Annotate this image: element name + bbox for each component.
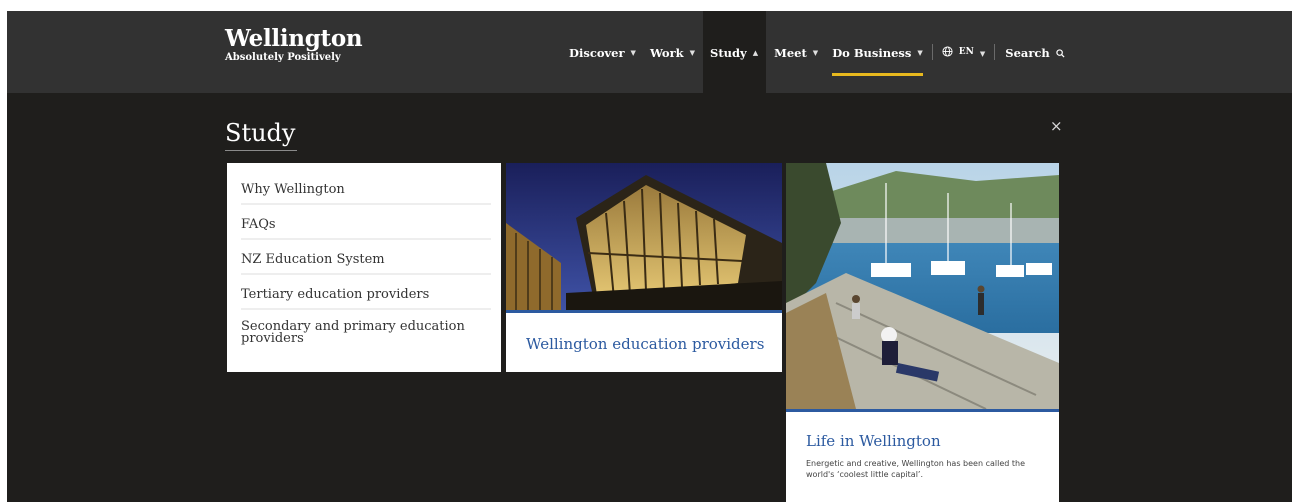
- link-nz-education-system[interactable]: NZ Education System: [241, 240, 491, 275]
- active-underline: [832, 73, 923, 76]
- card-title: Wellington education providers: [526, 335, 765, 353]
- card-accent-rule: [506, 310, 782, 313]
- waterfront-image: [786, 163, 1059, 409]
- globe-icon: [942, 46, 953, 93]
- nav-item-label: Work: [649, 46, 684, 60]
- nav-item-do-business[interactable]: Do Business ▼: [825, 11, 923, 93]
- search-label: Search: [1005, 46, 1050, 60]
- chevron-down-icon: ▼: [689, 49, 696, 57]
- language-selector[interactable]: EN ▼: [933, 11, 994, 93]
- nav-item-study[interactable]: Study ▲: [703, 11, 767, 93]
- logo-tagline: Absolutely Positively: [225, 52, 341, 63]
- close-icon: ×: [1050, 117, 1063, 135]
- logo-title: Wellington: [225, 25, 363, 52]
- site-logo[interactable]: Wellington Absolutely Positively: [225, 25, 363, 64]
- card-life-in-wellington[interactable]: Life in Wellington Energetic and creativ…: [786, 163, 1059, 502]
- chevron-up-icon: ▲: [752, 49, 759, 57]
- chevron-down-icon: ▼: [630, 49, 636, 57]
- chevron-down-icon: ▼: [917, 49, 923, 57]
- nav-item-label: Do Business: [832, 46, 912, 60]
- search-button[interactable]: Search: [995, 11, 1065, 93]
- card-accent-rule: [786, 409, 1059, 412]
- main-nav: Discover ▼ Work ▼ Study ▲ Meet ▼ Do Busi…: [560, 11, 1065, 93]
- chevron-down-icon: ▼: [979, 50, 986, 58]
- card-education-providers[interactable]: Wellington education providers: [506, 163, 782, 372]
- card-description: Energetic and creative, Wellington has b…: [806, 459, 1025, 479]
- chevron-down-icon: ▼: [812, 49, 819, 57]
- link-secondary-primary-providers[interactable]: Secondary and primary education provider…: [241, 310, 491, 351]
- nav-item-discover[interactable]: Discover ▼: [560, 11, 644, 93]
- search-icon: [1056, 47, 1065, 93]
- study-links-list: Why Wellington FAQs NZ Education System …: [227, 163, 501, 372]
- nav-item-work[interactable]: Work ▼: [644, 11, 703, 93]
- title-underline: [225, 150, 297, 151]
- link-why-wellington[interactable]: Why Wellington: [241, 170, 491, 205]
- nav-item-label: Meet: [774, 46, 807, 60]
- close-button[interactable]: ×: [1050, 117, 1063, 135]
- language-label: EN: [958, 47, 974, 57]
- link-faqs[interactable]: FAQs: [241, 205, 491, 240]
- nav-item-label: Study: [710, 46, 747, 60]
- card-title: Life in Wellington: [806, 432, 941, 450]
- nav-item-label: Discover: [569, 46, 625, 60]
- panel-title: Study: [225, 119, 296, 147]
- nav-item-meet[interactable]: Meet ▼: [766, 11, 825, 93]
- site-frame: Wellington Absolutely Positively Discove…: [7, 11, 1292, 502]
- link-tertiary-providers[interactable]: Tertiary education providers: [241, 275, 491, 310]
- site-header: Wellington Absolutely Positively Discove…: [7, 11, 1292, 93]
- building-image: [506, 163, 782, 310]
